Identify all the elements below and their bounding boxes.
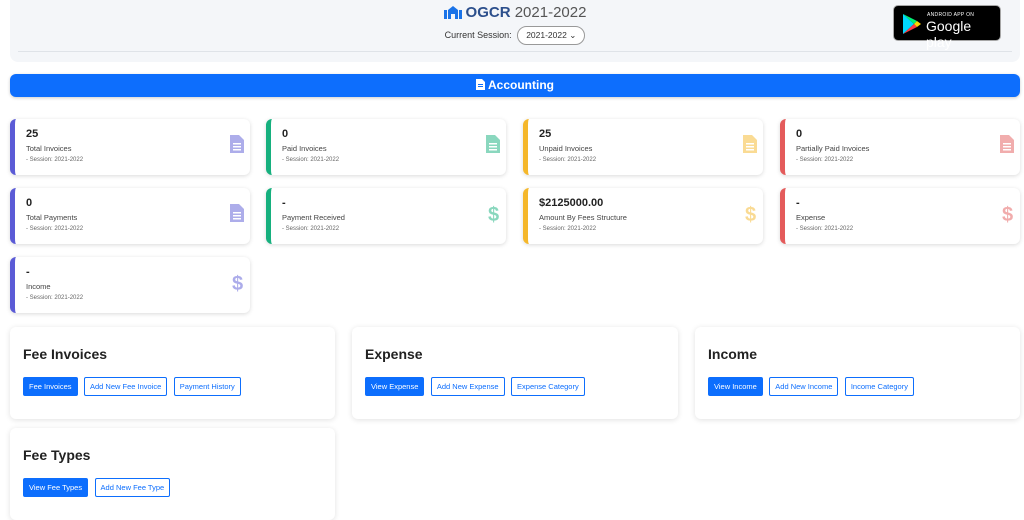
stat-session: - Session: 2021-2022 (796, 226, 854, 232)
fee-invoices-card: Fee Invoices Fee Invoices Add New Fee In… (10, 327, 335, 419)
dollar-icon: $ (488, 204, 500, 229)
add-new-expense-button[interactable]: Add New Expense (430, 377, 505, 396)
invoice-icon (486, 135, 500, 158)
stat-value: - (796, 197, 800, 209)
view-income-button[interactable]: View Income (708, 377, 763, 396)
stat-session: - Session: 2021-2022 (539, 226, 597, 232)
stat-session: - Session: 2021-2022 (26, 295, 84, 301)
school-logo-icon (443, 5, 462, 23)
stat-value: - (26, 266, 30, 278)
stat-label: Payment Received (282, 213, 345, 222)
stat-label: Paid Invoices (282, 144, 327, 153)
card-title: Fee Types (23, 447, 91, 463)
header-divider (18, 51, 1012, 52)
invoice-icon (230, 204, 244, 227)
stat-session: - Session: 2021-2022 (796, 157, 854, 163)
view-expense-button[interactable]: View Expense (365, 377, 425, 396)
fee-invoices-button[interactable]: Fee Invoices (23, 377, 78, 396)
invoice-icon (230, 135, 244, 158)
stat-session: - Session: 2021-2022 (26, 157, 84, 163)
stat-card: - Payment Received - Session: 2021-2022 $ (266, 188, 506, 244)
stat-label: Income (26, 282, 51, 291)
card-buttons: Fee Invoices Add New Fee Invoice Payment… (23, 376, 243, 396)
add-new-fee-invoice-button[interactable]: Add New Fee Invoice (83, 377, 168, 396)
svg-text:$: $ (745, 204, 756, 224)
stat-label: Amount By Fees Structure (539, 213, 627, 222)
session-selector-row: Current Session: 2021-2022 ⌄ (10, 26, 1020, 45)
dollar-icon: $ (745, 204, 757, 229)
stat-label: Total Invoices (26, 144, 72, 153)
svg-text:$: $ (488, 204, 499, 224)
stat-card: - Income - Session: 2021-2022 $ (10, 257, 250, 313)
income-card: Income View Income Add New Income Income… (695, 327, 1020, 419)
fee-types-card: Fee Types View Fee Types Add New Fee Typ… (10, 428, 335, 520)
stat-value: 0 (26, 197, 33, 209)
svg-text:$: $ (1002, 204, 1013, 224)
session-select-value: 2021-2022 (526, 30, 567, 40)
stat-card: 0 Partially Paid Invoices - Session: 2021-… (780, 119, 1020, 175)
brand-year: 2021-2022 (514, 4, 587, 21)
stat-card: - Expense - Session: 2021-2022 $ (780, 188, 1020, 244)
card-title: Income (708, 346, 758, 362)
card-title: Fee Invoices (23, 346, 108, 362)
stat-value: 0 (796, 128, 803, 140)
card-buttons: View Fee Types Add New Fee Type (23, 477, 172, 497)
payment-history-button[interactable]: Payment History (173, 377, 241, 396)
add-new-income-button[interactable]: Add New Income (769, 377, 839, 396)
svg-text:$: $ (232, 273, 243, 293)
stat-value: 0 (282, 128, 289, 140)
stat-value: - (282, 197, 286, 209)
invoice-icon (743, 135, 757, 158)
google-play-icon (903, 14, 921, 34)
card-buttons: View Expense Add New Expense Expense Cat… (365, 376, 587, 396)
brand: OGCR 2021-2022 (10, 4, 1020, 23)
income-category-button[interactable]: Income Category (844, 377, 914, 396)
expense-category-button[interactable]: Expense Category (511, 377, 585, 396)
session-label: Current Session: (444, 29, 512, 40)
top-header: OGCR 2021-2022 Current Session: 2021-202… (10, 0, 1020, 62)
stat-label: Total Payments (26, 213, 78, 222)
store-badge-big-text: Google play (926, 18, 972, 50)
stat-value: 25 (539, 128, 552, 140)
stat-session: - Session: 2021-2022 (282, 226, 340, 232)
stat-card: 0 Paid Invoices - Session: 2021-2022 (266, 119, 506, 175)
stat-session: - Session: 2021-2022 (539, 157, 597, 163)
card-title: Expense (365, 346, 423, 362)
dollar-icon: $ (1002, 204, 1014, 229)
card-buttons: View Income Add New Income Income Catego… (708, 376, 916, 396)
stat-session: - Session: 2021-2022 (26, 226, 84, 232)
stat-value: 25 (26, 128, 39, 140)
add-new-fee-type-button[interactable]: Add New Fee Type (94, 478, 171, 497)
brand-name: OGCR (465, 4, 511, 21)
dollar-icon: $ (232, 273, 244, 298)
stat-card: 25 Total Invoices - Session: 2021-2022 (10, 119, 250, 175)
google-play-badge[interactable]: ANDROID APP ON Google play (893, 5, 1001, 50)
chevron-down-icon: ⌄ (569, 30, 577, 40)
section-banner: Accounting (10, 74, 1020, 97)
stat-label: Expense (796, 213, 826, 222)
document-icon (476, 75, 485, 98)
stat-card: 25 Unpaid Invoices - Session: 2021-2022 (523, 119, 763, 175)
section-title: Accounting (488, 78, 554, 92)
stat-value: $2125000.00 (539, 197, 604, 209)
session-select[interactable]: 2021-2022 ⌄ (517, 26, 586, 45)
stat-label: Unpaid Invoices (539, 144, 593, 153)
view-fee-types-button[interactable]: View Fee Types (23, 478, 89, 497)
stat-card: 0 Total Payments - Session: 2021-2022 (10, 188, 250, 244)
stat-card: $2125000.00 Amount By Fees Structure - Ses… (523, 188, 763, 244)
stat-label: Partially Paid Invoices (796, 144, 870, 153)
expense-card: Expense View Expense Add New Expense Exp… (352, 327, 678, 419)
invoice-icon (1000, 135, 1014, 158)
stat-session: - Session: 2021-2022 (282, 157, 340, 163)
